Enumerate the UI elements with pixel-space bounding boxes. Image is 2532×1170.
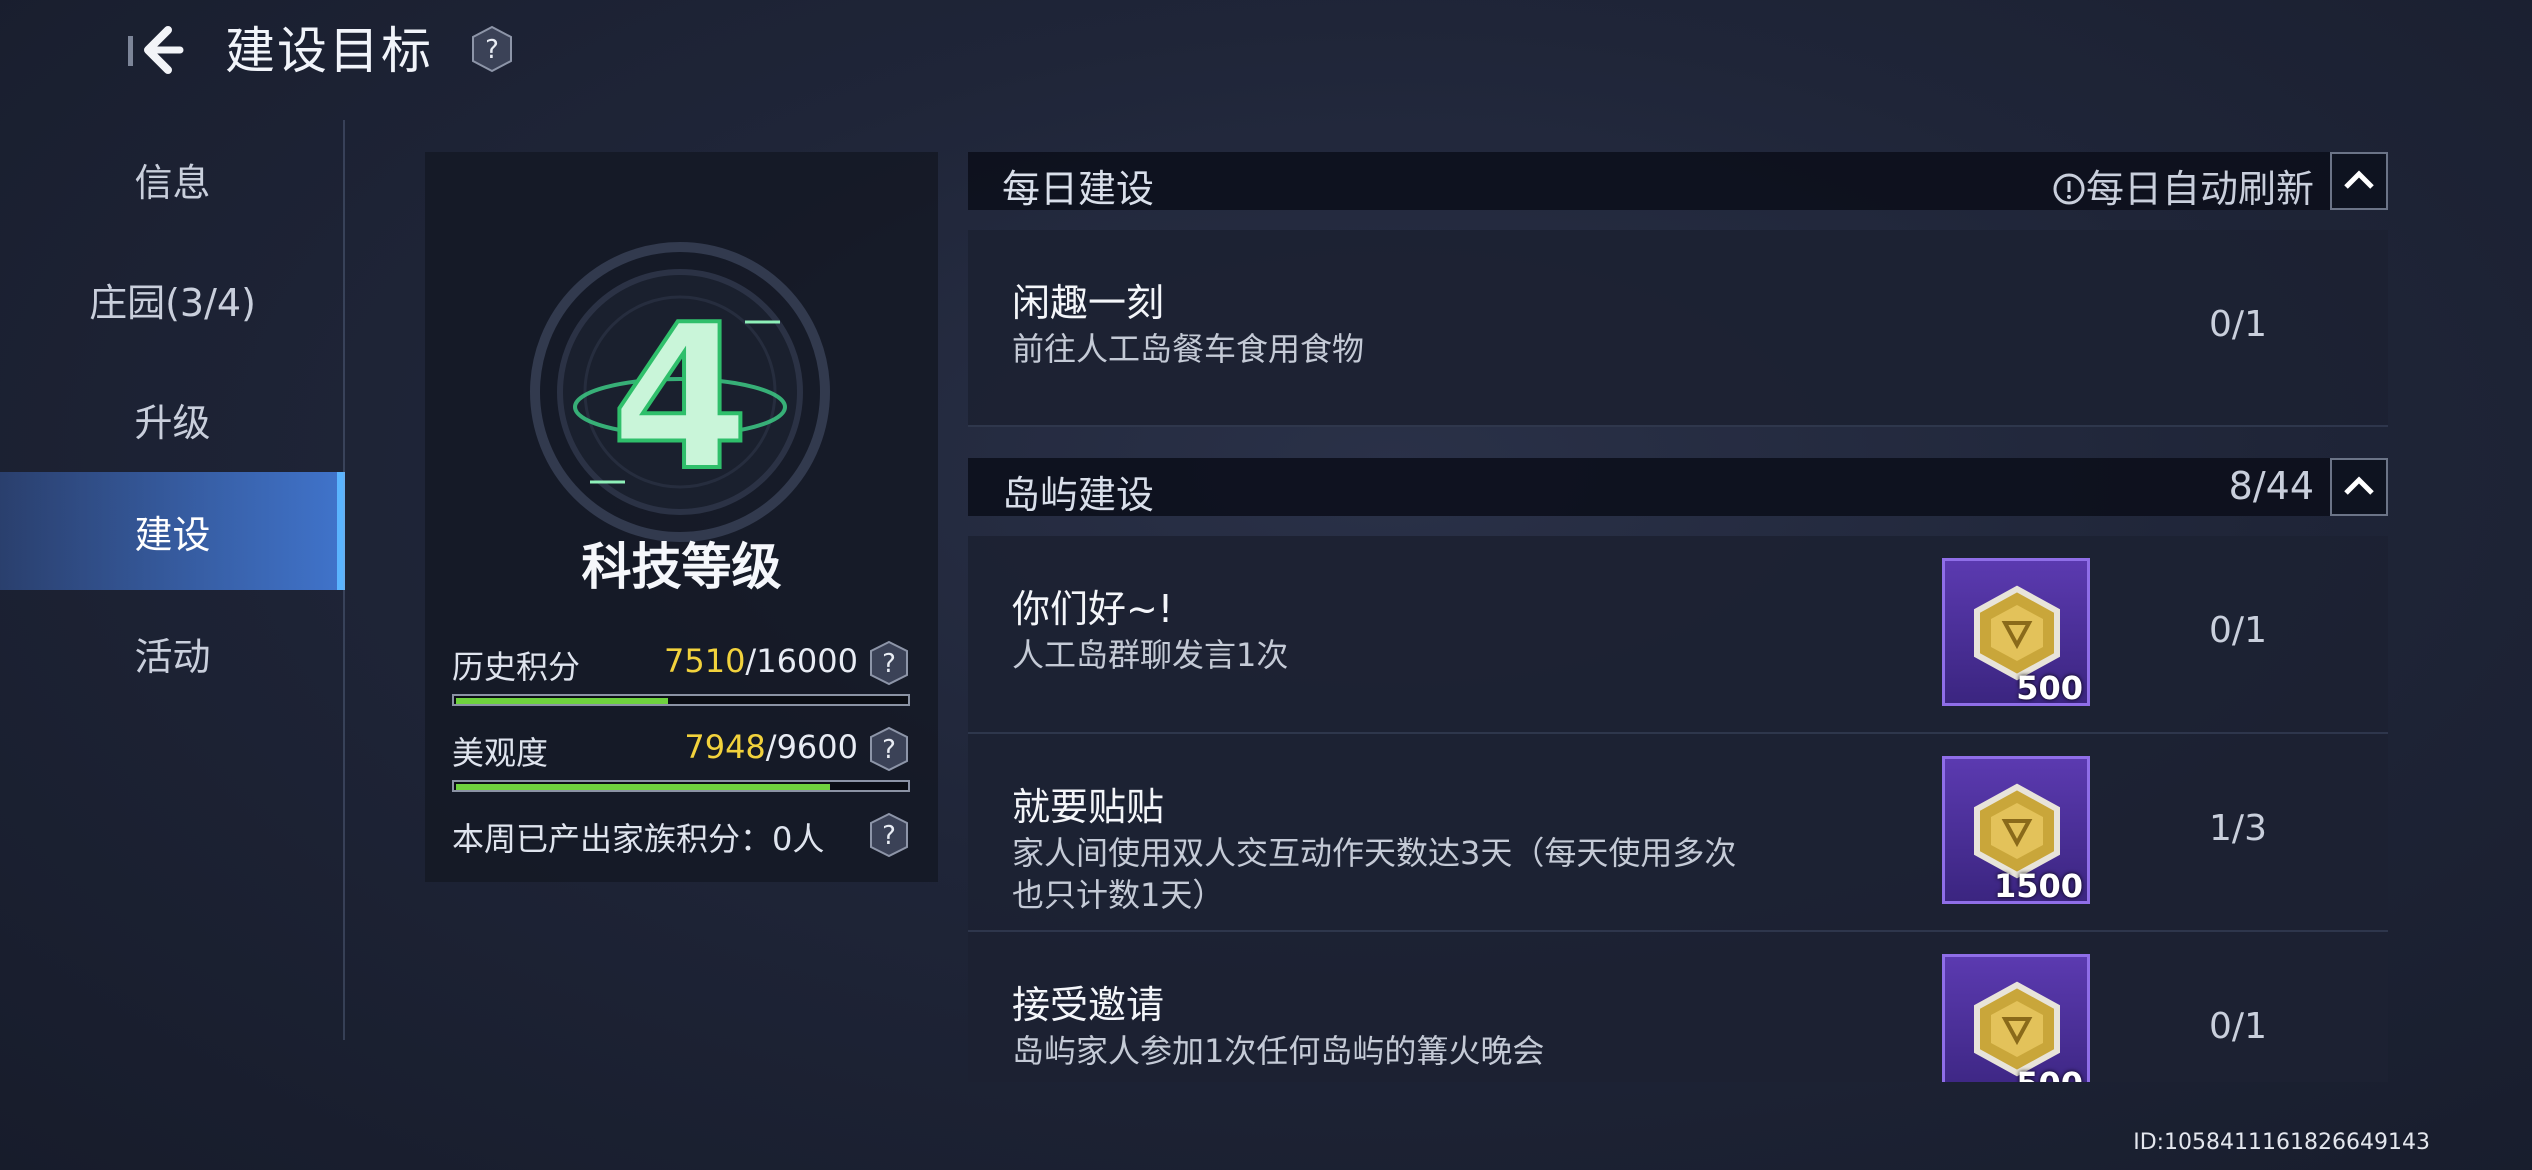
sidebar-item-build[interactable]: 建设 — [0, 472, 345, 590]
task-progress: 0/1 — [2209, 610, 2267, 651]
reward-item[interactable]: 500 — [1942, 558, 2090, 706]
tech-level-number: 4 — [610, 282, 749, 515]
beauty-progress-fill — [456, 784, 830, 790]
history-points-label: 历史积分 — [452, 648, 581, 686]
sidebar-item-label: 升级 — [134, 400, 211, 445]
coin-icon — [1974, 783, 2060, 879]
tech-level-title: 科技等级 — [581, 538, 782, 596]
beauty-progress-bar — [452, 780, 910, 792]
coin-icon — [1974, 585, 2060, 681]
island-build-title: 岛屿建设 — [1002, 473, 1155, 517]
task-title: 就要贴贴 — [1012, 785, 1165, 829]
beauty-help-button[interactable]: ? — [868, 726, 910, 772]
question-icon: ? — [870, 640, 908, 686]
task-description: 岛屿家人参加1次任何岛屿的篝火晚会 — [1012, 1032, 1545, 1070]
title-help-button[interactable]: ? — [470, 25, 514, 73]
task-progress: 0/1 — [2209, 304, 2267, 345]
sidebar-item-activity[interactable]: 活动 — [0, 594, 345, 712]
task-description: 前往人工岛餐车食用食物 — [1012, 330, 1365, 368]
sidebar-item-manor[interactable]: 庄园(3/4) — [0, 240, 345, 358]
sidebar-item-label: 活动 — [134, 634, 211, 679]
island-collapse-button[interactable] — [2330, 458, 2388, 516]
sidebar-item-upgrade[interactable]: 升级 — [0, 360, 345, 478]
tech-level-emblem: 4 — [530, 242, 830, 542]
daily-refresh-text: 每日自动刷新 — [2085, 167, 2314, 211]
back-arrow-icon — [144, 26, 184, 74]
page-title: 建设目标 — [225, 22, 433, 80]
back-button[interactable] — [120, 14, 200, 86]
question-icon: ? — [870, 726, 908, 772]
question-icon: ? — [870, 812, 908, 858]
task-description: 人工岛群聊发言1次 — [1012, 636, 1289, 674]
task-card[interactable]: 接受邀请 岛屿家人参加1次任何岛屿的篝火晚会 500 0/1 — [968, 932, 2388, 1082]
sidebar-item-label: 庄园(3/4) — [89, 280, 256, 325]
chevron-up-icon — [2344, 476, 2374, 495]
reward-amount: 500 — [2016, 669, 2083, 706]
daily-collapse-button[interactable] — [2330, 152, 2388, 210]
task-card[interactable]: 就要贴贴 家人间使用双人交互动作天数达3天（每天使用多次也只计数1天） 1500… — [968, 734, 2388, 932]
coin-icon — [1974, 981, 2060, 1077]
task-card[interactable]: 你们好~! 人工岛群聊发言1次 500 0/1 — [968, 536, 2388, 734]
svg-text:?: ? — [485, 35, 499, 65]
task-title: 闲趣一刻 — [1012, 281, 1165, 325]
task-progress: 0/1 — [2209, 1006, 2267, 1047]
sidebar-item-label: 信息 — [134, 160, 211, 205]
task-title: 你们好~! — [1012, 587, 1174, 631]
daily-refresh-note: 每日自动刷新 — [2052, 158, 2314, 213]
beauty-total: /9600 — [765, 728, 858, 766]
reward-amount: 500 — [2016, 1065, 2083, 1082]
beauty-current: 7948 — [684, 728, 766, 766]
sidebar: 信息 庄园(3/4) 升级 建设 活动 — [0, 120, 345, 1160]
task-title: 接受邀请 — [1012, 983, 1165, 1027]
history-points-help-button[interactable]: ? — [868, 640, 910, 686]
history-points-value: 7510/16000 — [664, 642, 858, 680]
reward-amount: 1500 — [1993, 867, 2083, 904]
beauty-value: 7948/9600 — [684, 728, 858, 766]
tech-level-panel: 4 科技等级 历史积分 7510/16000 ? 美观度 7948/9600 ?… — [425, 152, 938, 882]
back-bar-decoration — [128, 36, 133, 66]
sidebar-divider — [343, 120, 345, 1040]
history-points-progress-fill — [456, 698, 668, 704]
sidebar-item-label: 建设 — [134, 512, 211, 557]
history-points-current: 7510 — [663, 642, 746, 680]
weekly-family-points: 本周已产出家族积分：0人 — [452, 820, 825, 858]
svg-text:?: ? — [882, 649, 896, 679]
question-icon: ? — [472, 25, 512, 73]
svg-text:?: ? — [882, 821, 896, 851]
island-build-header: 岛屿建设 8/44 — [968, 458, 2388, 517]
reward-item[interactable]: 500 — [1942, 954, 2090, 1082]
task-description: 家人间使用双人交互动作天数达3天（每天使用多次也只计数1天） — [1012, 834, 1737, 914]
daily-build-title: 每日建设 — [1002, 167, 1155, 211]
task-card[interactable]: 闲趣一刻 前往人工岛餐车食用食物 0/1 — [968, 230, 2388, 427]
user-id: ID:1058411161826649143 — [2133, 1130, 2430, 1155]
sidebar-item-info[interactable]: 信息 — [0, 120, 345, 238]
svg-text:?: ? — [882, 735, 896, 765]
history-points-progress-bar — [452, 694, 910, 706]
chevron-up-icon — [2344, 170, 2374, 189]
task-progress: 1/3 — [2209, 808, 2267, 849]
history-points-total: /16000 — [745, 642, 858, 680]
daily-build-header: 每日建设 每日自动刷新 — [968, 152, 2388, 213]
reward-item[interactable]: 1500 — [1942, 756, 2090, 904]
island-build-count: 8/44 — [2228, 464, 2314, 508]
weekly-help-button[interactable]: ? — [868, 812, 910, 858]
beauty-label: 美观度 — [452, 734, 549, 772]
header-bar: 建设目标 ? — [0, 0, 2532, 110]
info-circle-icon — [2053, 173, 2085, 205]
